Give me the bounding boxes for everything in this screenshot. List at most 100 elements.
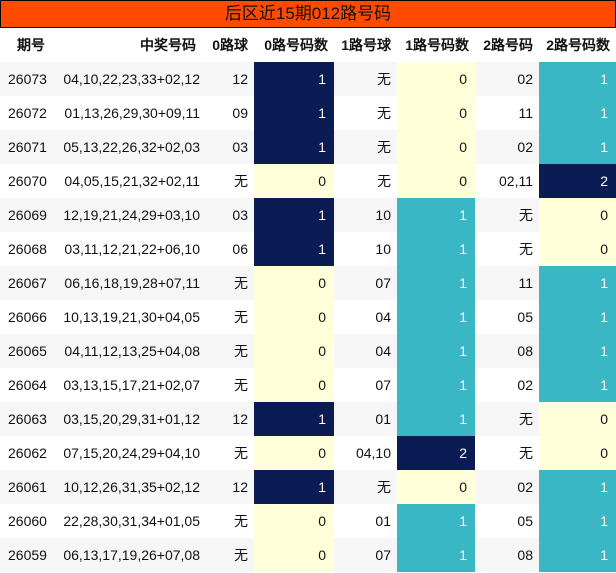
route2-count-cell: 1 xyxy=(539,504,616,538)
route0-ball-cell: 03 xyxy=(202,198,254,232)
route2-count-cell: 1 xyxy=(539,334,616,368)
table-row: 26068 03,11,12,21,22+06,10 06 1 10 1 无 0 xyxy=(0,232,616,266)
issue-cell: 26059 xyxy=(0,538,52,572)
header-numbers: 中奖号码 xyxy=(52,28,202,62)
route2-count-cell: 1 xyxy=(539,130,616,164)
route1-ball-cell: 07 xyxy=(334,368,397,402)
route0-count-cell: 0 xyxy=(254,504,334,538)
route1-ball-cell: 10 xyxy=(334,232,397,266)
route0-count-cell: 0 xyxy=(254,436,334,470)
route0-count-cell: 1 xyxy=(254,130,334,164)
numbers-cell: 22,28,30,31,34+01,05 xyxy=(52,504,202,538)
route1-count-cell: 1 xyxy=(397,402,475,436)
route1-count-cell: 0 xyxy=(397,470,475,504)
table-row: 26070 04,05,15,21,32+02,11 无 0 无 0 02,11 2 xyxy=(0,164,616,198)
numbers-cell: 06,16,18,19,28+07,11 xyxy=(52,266,202,300)
issue-cell: 26070 xyxy=(0,164,52,198)
route2-count-cell: 0 xyxy=(539,402,616,436)
route2-count-cell: 1 xyxy=(539,96,616,130)
issue-cell: 26061 xyxy=(0,470,52,504)
route0-count-cell: 1 xyxy=(254,62,334,96)
route2-ball-cell: 02 xyxy=(475,470,539,504)
route1-count-cell: 2 xyxy=(397,436,475,470)
header-route1-ball: 1路号球 xyxy=(334,28,397,62)
table-row: 26063 03,15,20,29,31+01,12 12 1 01 1 无 0 xyxy=(0,402,616,436)
table-row: 26064 03,13,15,17,21+02,07 无 0 07 1 02 1 xyxy=(0,368,616,402)
route0-count-cell: 0 xyxy=(254,164,334,198)
numbers-cell: 03,11,12,21,22+06,10 xyxy=(52,232,202,266)
numbers-cell: 03,15,20,29,31+01,12 xyxy=(52,402,202,436)
route0-ball-cell: 无 xyxy=(202,436,254,470)
numbers-cell: 07,15,20,24,29+04,10 xyxy=(52,436,202,470)
route2-count-cell: 1 xyxy=(539,538,616,572)
route0-ball-cell: 12 xyxy=(202,470,254,504)
issue-cell: 26065 xyxy=(0,334,52,368)
route0-ball-cell: 12 xyxy=(202,62,254,96)
route2-ball-cell: 02 xyxy=(475,368,539,402)
route0-ball-cell: 无 xyxy=(202,504,254,538)
table-row: 26065 04,11,12,13,25+04,08 无 0 04 1 08 1 xyxy=(0,334,616,368)
route1-ball-cell: 10 xyxy=(334,198,397,232)
route2-ball-cell: 02,11 xyxy=(475,164,539,198)
route1-ball-cell: 07 xyxy=(334,538,397,572)
route1-count-cell: 0 xyxy=(397,164,475,198)
route2-count-cell: 0 xyxy=(539,198,616,232)
route0-ball-cell: 无 xyxy=(202,300,254,334)
header-issue: 期号 xyxy=(0,28,52,62)
header-route0-ball: 0路球 xyxy=(202,28,254,62)
route1-count-cell: 1 xyxy=(397,504,475,538)
route0-count-cell: 0 xyxy=(254,266,334,300)
route-table: 期号 中奖号码 0路球 0路号码数 1路号球 1路号码数 2路号码 2路号码数 … xyxy=(0,28,616,572)
header-route1-count: 1路号码数 xyxy=(397,28,475,62)
numbers-cell: 06,13,17,19,26+07,08 xyxy=(52,538,202,572)
route0-ball-cell: 03 xyxy=(202,130,254,164)
route2-count-cell: 1 xyxy=(539,300,616,334)
route2-count-cell: 0 xyxy=(539,436,616,470)
header-route2-count: 2路号码数 xyxy=(539,28,616,62)
route2-ball-cell: 无 xyxy=(475,232,539,266)
table-row: 26062 07,15,20,24,29+04,10 无 0 04,10 2 无 0 xyxy=(0,436,616,470)
route0-ball-cell: 无 xyxy=(202,266,254,300)
table-title: 后区近15期012路号码 xyxy=(0,0,616,28)
route0-ball-cell: 06 xyxy=(202,232,254,266)
route1-ball-cell: 无 xyxy=(334,96,397,130)
route1-ball-cell: 04,10 xyxy=(334,436,397,470)
route1-count-cell: 1 xyxy=(397,266,475,300)
table-row: 26067 06,16,18,19,28+07,11 无 0 07 1 11 1 xyxy=(0,266,616,300)
issue-cell: 26066 xyxy=(0,300,52,334)
numbers-cell: 03,13,15,17,21+02,07 xyxy=(52,368,202,402)
route2-ball-cell: 无 xyxy=(475,198,539,232)
table-row: 26072 01,13,26,29,30+09,11 09 1 无 0 11 1 xyxy=(0,96,616,130)
route1-ball-cell: 无 xyxy=(334,62,397,96)
numbers-cell: 04,05,15,21,32+02,11 xyxy=(52,164,202,198)
route1-ball-cell: 01 xyxy=(334,402,397,436)
route0-ball-cell: 12 xyxy=(202,402,254,436)
route1-count-cell: 1 xyxy=(397,232,475,266)
route1-ball-cell: 无 xyxy=(334,470,397,504)
route0-count-cell: 1 xyxy=(254,232,334,266)
route1-ball-cell: 04 xyxy=(334,334,397,368)
table-row: 26059 06,13,17,19,26+07,08 无 0 07 1 08 1 xyxy=(0,538,616,572)
route2-ball-cell: 无 xyxy=(475,436,539,470)
numbers-cell: 04,10,22,23,33+02,12 xyxy=(52,62,202,96)
route2-ball-cell: 08 xyxy=(475,334,539,368)
route0-ball-cell: 无 xyxy=(202,164,254,198)
route0-count-cell: 0 xyxy=(254,368,334,402)
route0-ball-cell: 无 xyxy=(202,334,254,368)
issue-cell: 26067 xyxy=(0,266,52,300)
table-row: 26073 04,10,22,23,33+02,12 12 1 无 0 02 1 xyxy=(0,62,616,96)
header-row: 期号 中奖号码 0路球 0路号码数 1路号球 1路号码数 2路号码 2路号码数 xyxy=(0,28,616,62)
route2-count-cell: 1 xyxy=(539,266,616,300)
numbers-cell: 12,19,21,24,29+03,10 xyxy=(52,198,202,232)
route2-count-cell: 1 xyxy=(539,368,616,402)
issue-cell: 26060 xyxy=(0,504,52,538)
route0-ball-cell: 无 xyxy=(202,538,254,572)
route2-ball-cell: 11 xyxy=(475,96,539,130)
route0-count-cell: 1 xyxy=(254,198,334,232)
route1-ball-cell: 01 xyxy=(334,504,397,538)
route2-ball-cell: 02 xyxy=(475,62,539,96)
route0-count-cell: 1 xyxy=(254,96,334,130)
route2-count-cell: 1 xyxy=(539,470,616,504)
issue-cell: 26069 xyxy=(0,198,52,232)
issue-cell: 26064 xyxy=(0,368,52,402)
